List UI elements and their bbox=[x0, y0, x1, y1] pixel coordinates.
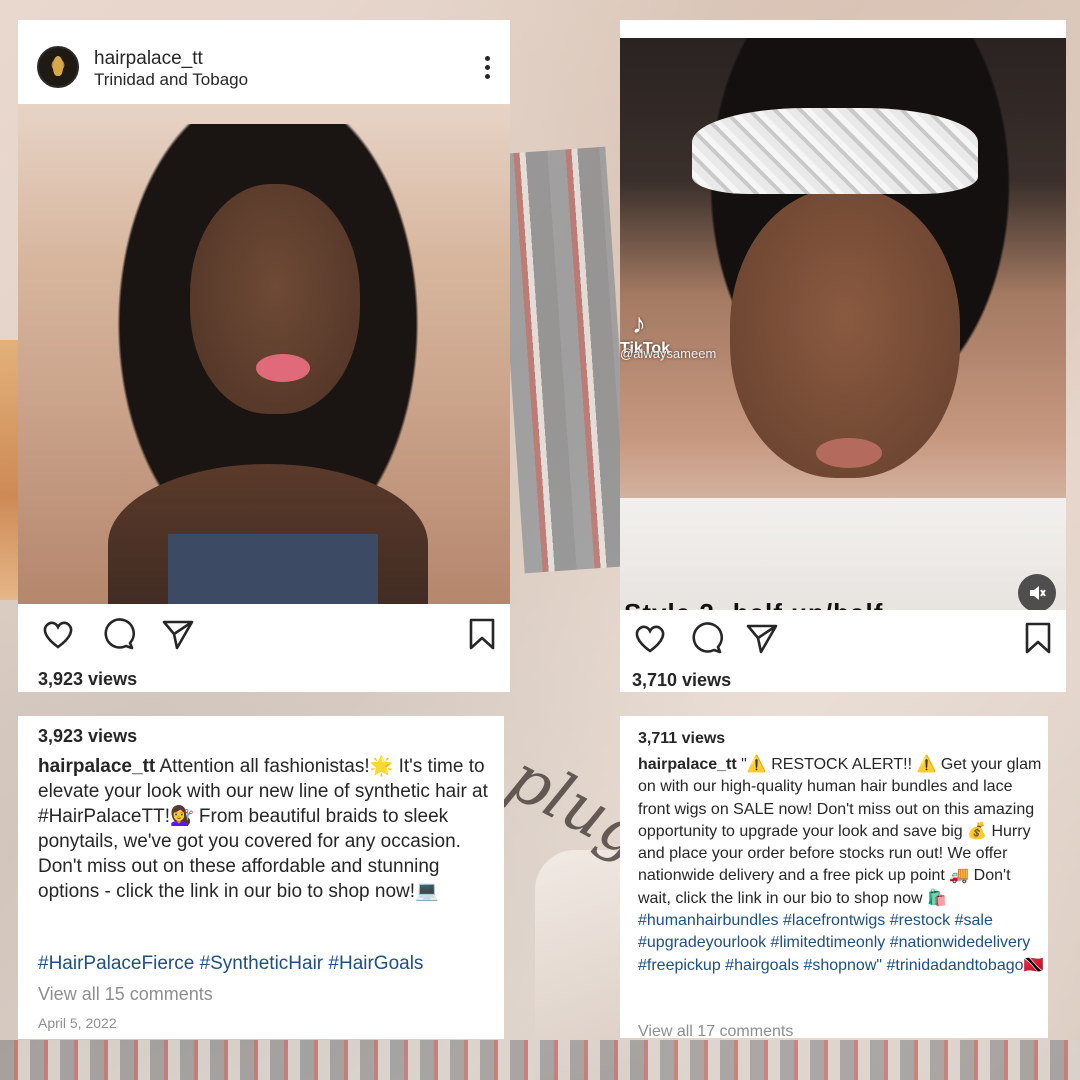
caption-hashtags[interactable]: #humanhairbundles #lacefrontwigs #restoc… bbox=[638, 912, 1043, 974]
share-icon[interactable] bbox=[744, 620, 780, 656]
bookmark-icon[interactable] bbox=[1020, 620, 1056, 656]
caption-username[interactable]: hairpalace_tt bbox=[38, 756, 155, 777]
background-fabric bbox=[495, 146, 635, 574]
post-username[interactable]: hairpalace_tt bbox=[94, 48, 203, 70]
caption-hashtags[interactable]: #HairPalaceFierce #SyntheticHair #HairGo… bbox=[38, 953, 423, 975]
headband bbox=[692, 108, 978, 194]
caption-username[interactable]: hairpalace_tt bbox=[638, 756, 737, 773]
caption-body: Attention all fashionistas!🌟 It's time t… bbox=[38, 756, 488, 902]
left-post-card: hairpalace_tt Trinidad and Tobago 3,923 … bbox=[18, 20, 510, 692]
post-video[interactable] bbox=[18, 104, 510, 604]
caption-text: hairpalace_tt Attention all fashionistas… bbox=[38, 754, 498, 904]
caption-text: hairpalace_tt "⚠️ RESTOCK ALERT!! ⚠️ Get… bbox=[638, 754, 1046, 977]
right-caption-card: 3,711 views hairpalace_tt "⚠️ RESTOCK AL… bbox=[620, 716, 1048, 1041]
avatar[interactable] bbox=[37, 46, 79, 88]
post-location[interactable]: Trinidad and Tobago bbox=[94, 70, 248, 90]
view-count[interactable]: 3,710 views bbox=[632, 670, 731, 691]
share-icon[interactable] bbox=[160, 616, 196, 652]
heart-icon[interactable] bbox=[40, 616, 76, 652]
more-icon[interactable] bbox=[482, 56, 492, 82]
caption-view-count[interactable]: 3,923 views bbox=[38, 726, 137, 747]
post-date: April 5, 2022 bbox=[38, 1015, 117, 1031]
view-comments-link[interactable]: View all 15 comments bbox=[38, 984, 213, 1005]
post-actions bbox=[18, 616, 510, 666]
heart-icon[interactable] bbox=[632, 620, 668, 656]
comment-icon[interactable] bbox=[688, 620, 724, 656]
background-bottom-fabric bbox=[0, 1040, 1080, 1080]
comment-icon[interactable] bbox=[100, 616, 136, 652]
caption-body: "⚠️ RESTOCK ALERT!! ⚠️ Get your glam on … bbox=[638, 756, 1042, 907]
post-actions bbox=[620, 620, 1066, 670]
tiktok-icon: ♪ bbox=[632, 308, 646, 339]
caption-view-count[interactable]: 3,711 views bbox=[638, 730, 725, 748]
post-video[interactable]: ♪ TikTok @alwaysameem Style 2- half up/h… bbox=[620, 38, 1066, 610]
video-overlay-text: Style 2- half up/half bbox=[624, 598, 883, 610]
view-comments-link[interactable]: View all 17 comments bbox=[638, 1023, 793, 1041]
tiktok-handle: @alwaysameem bbox=[620, 346, 717, 361]
post-header: hairpalace_tt Trinidad and Tobago bbox=[18, 20, 510, 104]
right-post-card: ♪ TikTok @alwaysameem Style 2- half up/h… bbox=[620, 20, 1066, 692]
sound-off-icon[interactable] bbox=[1018, 574, 1056, 610]
view-count[interactable]: 3,923 views bbox=[38, 669, 137, 690]
left-caption-card: 3,923 views hairpalace_tt Attention all … bbox=[18, 716, 504, 1039]
bookmark-icon[interactable] bbox=[464, 616, 500, 652]
